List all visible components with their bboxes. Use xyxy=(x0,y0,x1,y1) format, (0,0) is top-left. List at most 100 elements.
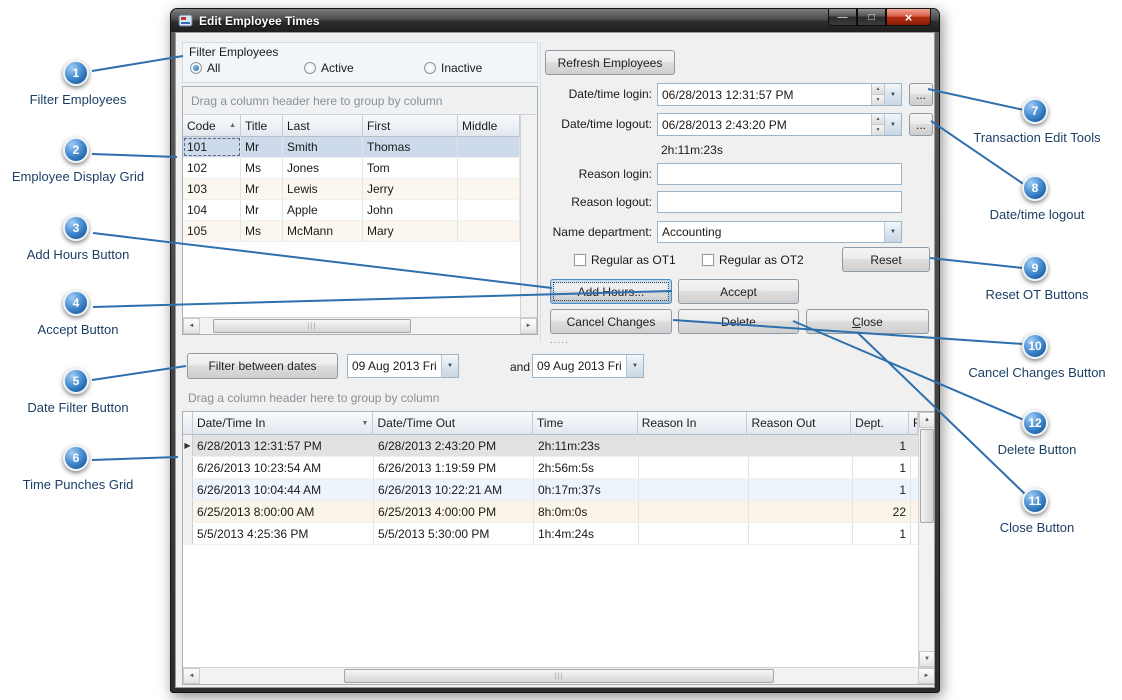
scroll-thumb[interactable]: ||| xyxy=(344,669,775,683)
accept-button[interactable]: Accept xyxy=(678,279,799,304)
department-combo[interactable]: Accounting ▼ xyxy=(657,221,902,243)
radio-inactive-label: Inactive xyxy=(441,61,482,75)
callout-badge-3: 3 xyxy=(63,215,89,241)
column-header-last[interactable]: Last xyxy=(283,115,363,137)
titlebar[interactable]: Edit Employee Times — □ × xyxy=(171,9,939,32)
login-edit-tools-button[interactable]: ... xyxy=(909,83,933,106)
column-header-first[interactable]: First xyxy=(363,115,458,137)
radio-active[interactable]: Active xyxy=(304,61,354,75)
callout-label-reset-ot-buttons: Reset OT Buttons xyxy=(985,287,1088,302)
chevron-down-icon: ▼ xyxy=(890,122,896,128)
chevron-down-icon: ▼ xyxy=(632,363,638,369)
callout-line-2 xyxy=(92,154,177,157)
employee-row[interactable]: 101 Mr Smith Thomas xyxy=(183,137,520,158)
close-window-button[interactable]: × xyxy=(886,9,931,26)
regular-as-ot1-checkbox[interactable]: Regular as OT1 xyxy=(574,253,676,267)
column-header-middle[interactable]: Middle xyxy=(458,115,520,137)
scroll-right-icon: ► xyxy=(526,323,532,329)
ot1-checkbox-label: Regular as OT1 xyxy=(591,253,676,267)
column-header-code[interactable]: Code ▲ xyxy=(183,115,241,137)
punch-row[interactable]: ▶ 6/28/2013 12:31:57 PM 6/28/2013 2:43:2… xyxy=(183,435,918,457)
close-icon: × xyxy=(905,10,913,25)
employee-row[interactable]: 104 Mr Apple John xyxy=(183,200,520,221)
punch-row[interactable]: 6/26/2013 10:23:54 AM 6/26/2013 1:19:59 … xyxy=(183,457,918,479)
radio-active-label: Active xyxy=(321,61,354,75)
punch-row[interactable]: 5/5/2013 4:25:36 PM 5/5/2013 5:30:00 PM … xyxy=(183,523,918,545)
radio-inactive[interactable]: Inactive xyxy=(424,61,482,75)
reason-logout-input[interactable] xyxy=(657,191,902,213)
regular-as-ot2-checkbox[interactable]: Regular as OT2 xyxy=(702,253,804,267)
add-hours-button[interactable]: Add Hours... xyxy=(550,279,672,304)
column-header-datetime-out[interactable]: Date/Time Out xyxy=(373,412,533,435)
scroll-right-button[interactable]: ► xyxy=(520,318,537,334)
minimize-button[interactable]: — xyxy=(828,9,857,26)
date-to-combo[interactable]: 09 Aug 2013 Fri ▼ xyxy=(532,354,644,378)
spin-up-icon[interactable]: ▲ xyxy=(872,114,884,125)
scroll-thumb[interactable]: ||| xyxy=(213,319,411,333)
scroll-right-button[interactable]: ► xyxy=(918,668,935,684)
column-header-title[interactable]: Title xyxy=(241,115,283,137)
date-time-logout-input[interactable]: 06/28/2013 2:43:20 PM ▲ ▼ ▼ xyxy=(657,113,902,136)
date-to-dropdown-button[interactable]: ▼ xyxy=(626,355,643,377)
punch-row[interactable]: 6/25/2013 8:00:00 AM 6/25/2013 4:00:00 P… xyxy=(183,501,918,523)
callout-badge-7: 7 xyxy=(1022,98,1048,124)
employee-grid-group-panel[interactable]: Drag a column header here to group by co… xyxy=(183,87,537,115)
punch-grid-group-panel[interactable]: Drag a column header here to group by co… xyxy=(182,385,935,411)
date-from-combo[interactable]: 09 Aug 2013 Fri ▼ xyxy=(347,354,459,378)
employee-row[interactable]: 102 Ms Jones Tom xyxy=(183,158,520,179)
radio-inactive-circle xyxy=(424,62,436,74)
date-time-login-input[interactable]: 06/28/2013 12:31:57 PM ▲ ▼ ▼ xyxy=(657,83,902,106)
ellipsis-icon: ... xyxy=(916,88,926,102)
callout-label-accept-button: Accept Button xyxy=(38,322,119,337)
employee-row[interactable]: 103 Mr Lewis Jerry xyxy=(183,179,520,200)
filter-between-dates-button[interactable]: Filter between dates xyxy=(187,353,338,379)
column-header-truncated[interactable]: F xyxy=(909,412,918,435)
reset-button[interactable]: Reset xyxy=(842,247,930,272)
scroll-left-button[interactable]: ◄ xyxy=(183,668,200,684)
callout-label-filter-employees: Filter Employees xyxy=(30,92,127,107)
callout-label-cancel-changes-button: Cancel Changes Button xyxy=(968,365,1105,380)
reason-login-input[interactable] xyxy=(657,163,902,185)
punch-grid-header: Date/Time In ▼ Date/Time Out Time Reason… xyxy=(183,412,918,435)
scroll-up-button[interactable]: ▲ xyxy=(919,412,935,428)
spin-up-icon[interactable]: ▲ xyxy=(872,84,884,95)
radio-all[interactable]: All xyxy=(190,61,220,75)
scroll-track[interactable] xyxy=(919,428,935,651)
splitter-grip[interactable]: ..... xyxy=(550,335,569,346)
column-header-time[interactable]: Time xyxy=(533,412,638,435)
column-header-reason-out[interactable]: Reason Out xyxy=(747,412,851,435)
login-dropdown-button[interactable]: ▼ xyxy=(884,84,901,105)
login-spinner: ▲ ▼ xyxy=(871,84,884,105)
scroll-left-button[interactable]: ◄ xyxy=(183,318,200,334)
callout-label-employee-display-grid: Employee Display Grid xyxy=(12,169,144,184)
callout-label-add-hours-button: Add Hours Button xyxy=(27,247,130,262)
punch-row[interactable]: 6/26/2013 10:04:44 AM 6/26/2013 10:22:21… xyxy=(183,479,918,501)
scroll-track[interactable]: ||| xyxy=(200,318,520,334)
logout-dropdown-button[interactable]: ▼ xyxy=(884,114,901,135)
ellipsis-icon: ... xyxy=(916,118,926,132)
chevron-down-icon: ▼ xyxy=(890,229,896,235)
column-header-reason-in[interactable]: Reason In xyxy=(638,412,748,435)
delete-button[interactable]: Delete xyxy=(678,309,799,334)
maximize-button[interactable]: □ xyxy=(857,9,886,26)
employee-grid-vertical-scrollbar[interactable] xyxy=(520,115,537,317)
scroll-down-button[interactable]: ▼ xyxy=(919,651,935,667)
employee-row[interactable]: 105 Ms McMann Mary xyxy=(183,221,520,242)
spin-down-icon[interactable]: ▼ xyxy=(872,95,884,105)
punch-grid-empty-area xyxy=(183,545,918,667)
row-indicator-icon: ▶ xyxy=(183,435,193,456)
date-from-dropdown-button[interactable]: ▼ xyxy=(441,355,458,377)
column-header-dept[interactable]: Dept. xyxy=(851,412,909,435)
scroll-thumb[interactable] xyxy=(920,429,934,523)
logout-edit-tools-button[interactable]: ... xyxy=(909,113,933,136)
scroll-track[interactable]: ||| xyxy=(200,668,918,684)
window-title: Edit Employee Times xyxy=(199,14,320,28)
minimize-icon: — xyxy=(838,12,848,23)
column-header-datetime-in[interactable]: Date/Time In ▼ xyxy=(193,412,373,435)
department-dropdown-button[interactable]: ▼ xyxy=(884,222,901,242)
cancel-changes-button[interactable]: Cancel Changes xyxy=(550,309,672,334)
close-button[interactable]: Close xyxy=(806,309,929,334)
reason-login-label: Reason login: xyxy=(532,167,652,181)
spin-down-icon[interactable]: ▼ xyxy=(872,125,884,135)
refresh-employees-button[interactable]: Refresh Employees xyxy=(545,50,675,75)
